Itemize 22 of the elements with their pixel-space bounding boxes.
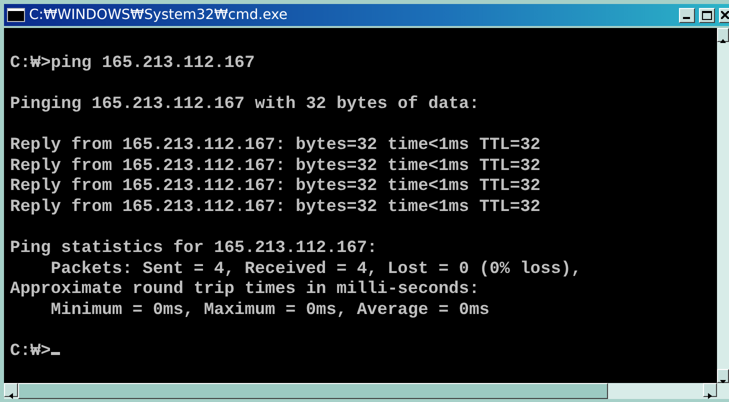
maximize-button[interactable]	[699, 8, 715, 22]
vertical-scrollbar[interactable]	[717, 28, 729, 383]
console-line: Ping statistics for 165.213.112.167:	[10, 238, 378, 260]
console-line: Approximate round trip times in milli-seconds:	[10, 280, 480, 301]
minimize-button[interactable]	[679, 8, 695, 22]
text-cursor	[50, 352, 60, 355]
horizontal-scrollbar[interactable]	[4, 383, 729, 399]
close-icon	[720, 11, 728, 19]
window-title: C:₩WINDOWS₩System32₩cmd.exe	[29, 6, 289, 24]
scroll-thumb[interactable]	[18, 383, 608, 399]
console-line: Reply from 165.213.112.167: bytes=32 time<1ms TTL=32	[10, 136, 540, 157]
close-button[interactable]	[719, 8, 729, 22]
console-line: Minimum = 0ms, Maximum = 0ms, Average = 0ms	[50, 300, 490, 322]
console-line: Packets: Sent = 4, Received = 4, Lost = 0 (0% loss),	[50, 260, 582, 280]
console-line: Reply from 165.213.112.167: bytes=32 time<1ms TTL=32	[10, 198, 540, 218]
console-line: Reply from 165.213.112.167: bytes=32 time<1ms TTL=32	[10, 156, 540, 177]
console-line: C:₩>ping 165.213.112.167	[10, 54, 255, 74]
console-icon	[7, 8, 25, 22]
command-prompt: C:₩>	[10, 342, 51, 362]
maximize-icon	[702, 10, 712, 20]
console-line: Pinging 165.213.112.167 with 32 bytes of data:	[10, 94, 480, 116]
console-line: Reply from 165.213.112.167: bytes=32 time<1ms TTL=32	[10, 177, 540, 198]
